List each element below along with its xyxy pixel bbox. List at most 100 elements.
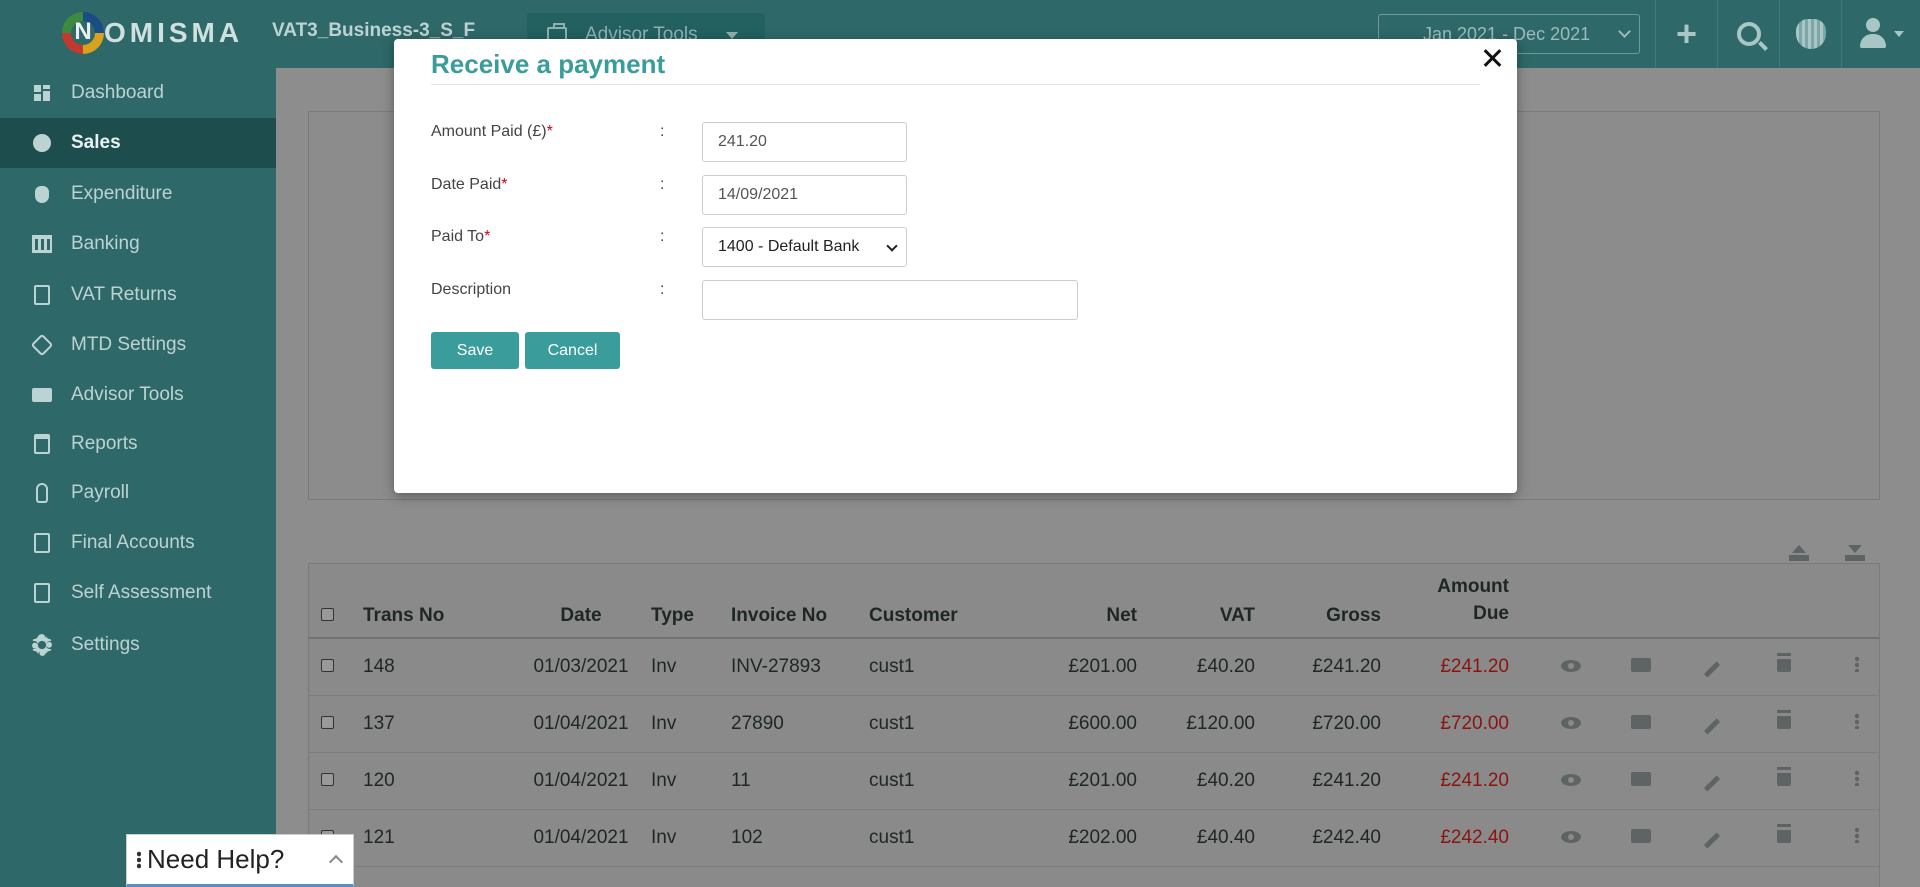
cell-gross: £241.20 (1255, 638, 1381, 696)
col-customer[interactable]: Customer (869, 564, 1019, 639)
col-invoice-no[interactable]: Invoice No (731, 564, 869, 639)
col-amount-due[interactable]: Amount Due (1381, 564, 1509, 639)
sidebar-item-label: VAT Returns (71, 284, 177, 305)
download-icon[interactable] (1839, 533, 1871, 561)
cancel-button[interactable]: Cancel (525, 332, 620, 369)
cell-net: £202.00 (1019, 809, 1137, 867)
more-actions-icon[interactable] (1855, 712, 1859, 729)
chevron-down-icon (886, 240, 898, 252)
cell-vat: £40.20 (1137, 752, 1255, 810)
sidebar-item-banking[interactable]: Banking (0, 219, 276, 269)
sidebar-item-advisor-tools[interactable]: Advisor Tools (0, 370, 276, 420)
more-actions-icon[interactable] (1855, 655, 1859, 672)
more-actions-icon[interactable] (1855, 826, 1859, 843)
description-input[interactable] (702, 280, 1078, 320)
view-icon[interactable] (1561, 773, 1581, 786)
email-icon[interactable] (1631, 828, 1651, 843)
add-button[interactable]: + (1655, 0, 1717, 68)
table-row[interactable]: 148 01/03/2021 Inv INV-27893 cust1 £201.… (309, 638, 1879, 696)
sidebar-item-settings[interactable]: Settings (0, 620, 276, 670)
cell-customer: cust1 (869, 752, 1019, 810)
cell-amount-due: £720.00 (1381, 695, 1509, 753)
table-row[interactable]: 137 01/04/2021 Inv 27890 cust1 £600.00 £… (309, 695, 1879, 753)
cell-customer: cust1 (869, 695, 1019, 753)
required-marker: * (546, 123, 553, 140)
user-menu-button[interactable] (1841, 0, 1920, 68)
sidebar-item-label: Reports (71, 433, 138, 454)
sidebar-item-label: Settings (71, 634, 140, 655)
delete-icon[interactable] (1777, 769, 1791, 786)
col-trans-no[interactable]: Trans No (363, 564, 511, 639)
col-gross[interactable]: Gross (1255, 564, 1381, 639)
need-help-widget[interactable]: Need Help? (126, 834, 354, 887)
amount-paid-input[interactable]: 241.20 (702, 122, 907, 162)
col-amount-due-line2: Due (1473, 603, 1509, 624)
sidebar-item-self-assessment[interactable]: Self Assessment (0, 568, 276, 618)
cell-amount-due: £242.40 (1381, 809, 1509, 867)
delete-icon[interactable] (1777, 655, 1791, 672)
plus-icon: + (1675, 13, 1698, 54)
modal-divider (431, 84, 1480, 85)
paid-to-label: Paid To* (431, 228, 490, 246)
receive-payment-modal: Receive a payment Amount Paid (£)* : 241… (394, 39, 1517, 493)
paid-to-select[interactable]: 1400 - Default Bank (702, 227, 907, 267)
logo[interactable]: N OMISMA (62, 12, 243, 54)
cell-net: £600.00 (1019, 695, 1137, 753)
cell-trans-no: 148 (363, 638, 511, 696)
delete-icon[interactable] (1777, 712, 1791, 729)
need-help-label: Need Help? (147, 844, 285, 874)
reports-icon (32, 434, 52, 454)
cell-net: £201.00 (1019, 638, 1137, 696)
hmrc-button[interactable] (1779, 0, 1841, 68)
close-icon[interactable] (1479, 45, 1505, 71)
view-icon[interactable] (1561, 659, 1581, 672)
briefcase-icon (32, 385, 52, 405)
cell-invoice-no: 27890 (731, 695, 869, 753)
date-paid-input[interactable]: 14/09/2021 (702, 175, 907, 215)
cell-gross: £242.40 (1255, 809, 1381, 867)
row-checkbox[interactable] (321, 715, 334, 729)
sidebar-item-sales[interactable]: Sales (0, 118, 276, 168)
caret-down-icon (725, 31, 738, 39)
cell-net: £201.00 (1019, 752, 1137, 810)
col-type[interactable]: Type (651, 564, 731, 639)
logo-text: OMISMA (104, 17, 244, 48)
sidebar-item-reports[interactable]: Reports (0, 419, 276, 469)
sidebar-item-final-accounts[interactable]: Final Accounts (0, 518, 276, 568)
email-icon[interactable] (1631, 657, 1651, 672)
col-date[interactable]: Date (511, 564, 651, 639)
edit-icon[interactable] (1703, 774, 1721, 792)
cell-customer: cust1 (869, 638, 1019, 696)
email-icon[interactable] (1631, 714, 1651, 729)
cell-customer: cust1 (869, 809, 1019, 867)
edit-icon[interactable] (1703, 661, 1721, 678)
sidebar-item-expenditure[interactable]: Expenditure (0, 169, 276, 219)
chevron-up-icon[interactable] (328, 854, 344, 870)
table-row[interactable]: 120 01/04/2021 Inv 11 cust1 £201.00 £40.… (309, 752, 1879, 810)
col-vat[interactable]: VAT (1137, 564, 1255, 639)
sidebar-item-mtd-settings[interactable]: MTD Settings (0, 320, 276, 370)
search-button[interactable] (1717, 0, 1779, 68)
sidebar-item-vat-returns[interactable]: VAT Returns (0, 270, 276, 320)
drag-handle-icon[interactable] (137, 850, 141, 869)
sidebar-item-payroll[interactable]: Payroll (0, 468, 276, 518)
sales-table: Trans No Date Type Invoice No Customer N… (308, 563, 1880, 887)
more-actions-icon[interactable] (1855, 769, 1859, 786)
col-net[interactable]: Net (1019, 564, 1137, 639)
delete-icon[interactable] (1777, 826, 1791, 843)
edit-icon[interactable] (1703, 717, 1721, 735)
paid-to-value: 1400 - Default Bank (718, 238, 860, 255)
sidebar-item-dashboard[interactable]: Dashboard (0, 68, 276, 118)
view-icon[interactable] (1561, 716, 1581, 729)
edit-icon[interactable] (1703, 831, 1721, 849)
logo-mark: N (62, 12, 104, 54)
save-button[interactable]: Save (431, 332, 519, 369)
field-separator: : (660, 281, 665, 298)
view-icon[interactable] (1561, 830, 1581, 843)
row-checkbox[interactable] (321, 658, 334, 672)
select-all-checkbox[interactable] (321, 608, 334, 621)
upload-icon[interactable] (1783, 533, 1815, 561)
row-checkbox[interactable] (321, 772, 334, 786)
email-icon[interactable] (1631, 771, 1651, 786)
table-row[interactable]: 121 01/04/2021 Inv 102 cust1 £202.00 £40… (309, 809, 1879, 867)
